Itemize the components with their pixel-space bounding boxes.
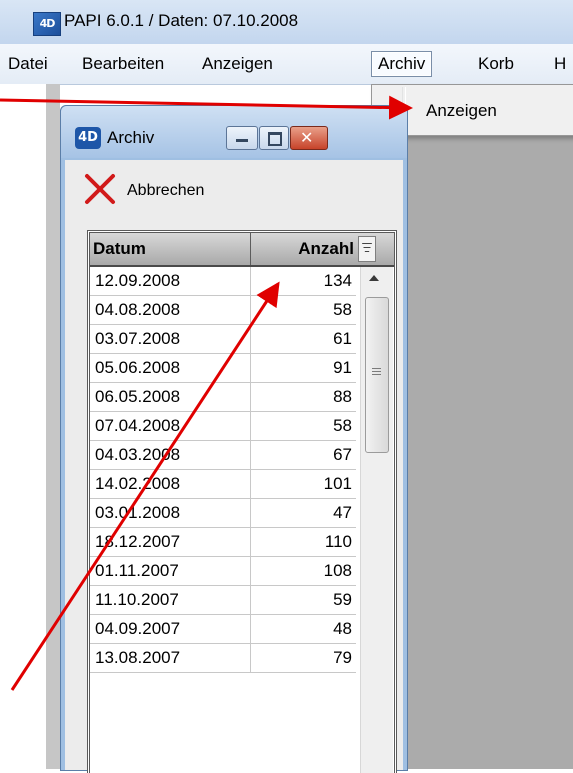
column-divider bbox=[250, 412, 251, 440]
cell-datum: 06.05.2008 bbox=[95, 387, 181, 406]
archiv-toolbar: Abbrechen bbox=[65, 160, 403, 218]
cell-anzahl: 108 bbox=[323, 561, 352, 580]
4d-logo-icon: 4D bbox=[75, 127, 101, 149]
archiv-window-title: Archiv bbox=[107, 128, 155, 147]
table-row[interactable]: 13.08.2007 79 bbox=[90, 644, 356, 673]
table-row[interactable]: 12.09.2008 134 bbox=[90, 267, 356, 296]
red-x-icon[interactable] bbox=[83, 172, 117, 206]
cell-datum: 04.08.2008 bbox=[95, 300, 181, 319]
table-frame: Datum Anzahl 12.09.2008 134 04.08.2008 58 03… bbox=[65, 218, 403, 773]
cell-anzahl: 48 bbox=[333, 619, 352, 638]
cell-anzahl: 79 bbox=[333, 648, 352, 667]
column-divider bbox=[250, 233, 251, 265]
table-row[interactable]: 04.03.2008 67 bbox=[90, 441, 356, 470]
column-divider bbox=[250, 354, 251, 382]
cell-anzahl: 134 bbox=[323, 271, 352, 290]
column-header-anzahl[interactable]: Anzahl bbox=[256, 239, 354, 259]
column-divider bbox=[250, 586, 251, 614]
cell-anzahl: 59 bbox=[333, 590, 352, 609]
menu-bar: Datei Bearbeiten Anzeigen Archiv Korb H bbox=[0, 44, 573, 85]
menu-h[interactable]: H bbox=[554, 53, 566, 75]
column-header-datum[interactable]: Datum bbox=[93, 239, 146, 259]
archiv-table: Datum Anzahl 12.09.2008 134 04.08.2008 58 03… bbox=[87, 230, 397, 773]
cell-datum: 04.09.2007 bbox=[95, 619, 181, 638]
table-row[interactable]: 04.09.2007 48 bbox=[90, 615, 356, 644]
table-row[interactable]: 18.12.2007 110 bbox=[90, 528, 356, 557]
menu-bearbeiten[interactable]: Bearbeiten bbox=[82, 53, 164, 75]
column-divider bbox=[250, 528, 251, 556]
cell-anzahl: 88 bbox=[333, 387, 352, 406]
cell-anzahl: 47 bbox=[333, 503, 352, 522]
column-divider bbox=[250, 296, 251, 324]
cell-datum: 03.07.2008 bbox=[95, 329, 181, 348]
column-divider bbox=[250, 557, 251, 585]
archiv-title-bar[interactable]: 4D Archiv bbox=[61, 106, 407, 158]
table-row[interactable]: 14.02.2008 101 bbox=[90, 470, 356, 499]
desktop-area bbox=[406, 84, 573, 769]
grip-icon bbox=[372, 368, 381, 377]
menu-datei[interactable]: Datei bbox=[8, 53, 48, 75]
close-button[interactable] bbox=[290, 126, 328, 150]
dropdown-item-anzeigen[interactable]: Anzeigen bbox=[426, 101, 497, 121]
menu-korb[interactable]: Korb bbox=[478, 53, 514, 75]
column-divider bbox=[250, 644, 251, 672]
desktop-edge bbox=[46, 84, 60, 769]
table-row[interactable]: 07.04.2008 58 bbox=[90, 412, 356, 441]
column-chooser-icon[interactable] bbox=[358, 236, 376, 262]
app-icon: 4D bbox=[33, 12, 61, 36]
column-divider bbox=[250, 615, 251, 643]
cell-datum: 11.10.2007 bbox=[95, 590, 179, 609]
table-row[interactable]: 01.11.2007 108 bbox=[90, 557, 356, 586]
cell-datum: 03.01.2008 bbox=[95, 503, 181, 522]
table-row[interactable]: 05.06.2008 91 bbox=[90, 354, 356, 383]
cell-anzahl: 110 bbox=[324, 532, 352, 551]
cell-datum: 18.12.2007 bbox=[95, 532, 181, 551]
vertical-scrollbar[interactable] bbox=[360, 267, 393, 773]
cancel-button-label[interactable]: Abbrechen bbox=[127, 182, 204, 200]
cell-datum: 14.02.2008 bbox=[95, 474, 181, 493]
cell-datum: 12.09.2008 bbox=[95, 271, 181, 290]
cell-anzahl: 61 bbox=[333, 329, 352, 348]
maximize-button[interactable] bbox=[259, 126, 289, 150]
cell-anzahl: 101 bbox=[323, 474, 352, 493]
cell-datum: 04.03.2008 bbox=[95, 445, 181, 464]
app-title-bar: 4D PAPI 6.0.1 / Daten: 07.10.2008 bbox=[0, 0, 573, 44]
table-row[interactable]: 11.10.2007 59 bbox=[90, 586, 356, 615]
menu-archiv[interactable]: Archiv bbox=[371, 51, 433, 77]
table-row[interactable]: 03.01.2008 47 bbox=[90, 499, 356, 528]
table-row[interactable]: 03.07.2008 61 bbox=[90, 325, 356, 354]
cell-datum: 05.06.2008 bbox=[95, 358, 181, 377]
app-title: PAPI 6.0.1 / Daten: 07.10.2008 bbox=[64, 11, 299, 30]
table-row[interactable]: 04.08.2008 58 bbox=[90, 296, 356, 325]
column-divider bbox=[250, 441, 251, 469]
column-divider bbox=[250, 325, 251, 353]
cell-datum: 01.11.2007 bbox=[95, 561, 179, 580]
table-row[interactable]: 06.05.2008 88 bbox=[90, 383, 356, 412]
column-divider bbox=[250, 499, 251, 527]
cell-anzahl: 58 bbox=[333, 416, 352, 435]
scroll-up-arrow-icon[interactable] bbox=[369, 275, 379, 281]
left-margin bbox=[0, 84, 46, 769]
column-divider bbox=[250, 470, 251, 498]
column-divider bbox=[250, 383, 251, 411]
cell-datum: 13.08.2007 bbox=[95, 648, 181, 667]
minimize-button[interactable] bbox=[226, 126, 258, 150]
archiv-window: 4D Archiv Abbrechen Datum Anzahl 12.09.2… bbox=[60, 105, 408, 773]
cell-anzahl: 67 bbox=[333, 445, 352, 464]
scroll-thumb[interactable] bbox=[365, 297, 389, 453]
cell-datum: 07.04.2008 bbox=[95, 416, 181, 435]
column-divider bbox=[250, 267, 251, 295]
cell-anzahl: 58 bbox=[333, 300, 352, 319]
cell-anzahl: 91 bbox=[333, 358, 352, 377]
menu-anzeigen[interactable]: Anzeigen bbox=[202, 53, 273, 75]
table-header: Datum Anzahl bbox=[90, 233, 394, 267]
